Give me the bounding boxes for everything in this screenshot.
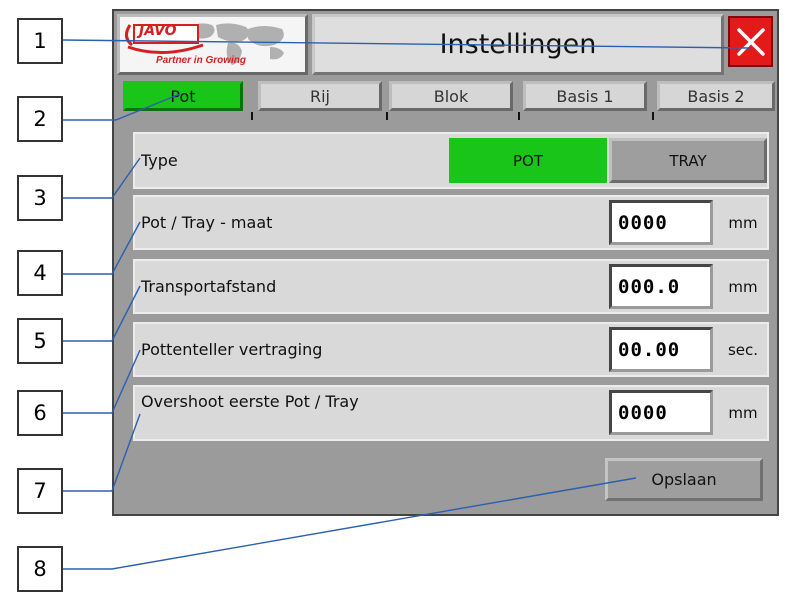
overshoot-input[interactable]: 0000 <box>609 390 713 435</box>
pot-size-label: Pot / Tray - maat <box>141 213 273 232</box>
pot-size-unit: mm <box>728 213 758 232</box>
type-pot-button[interactable]: POT <box>449 138 607 183</box>
tab-divider <box>386 112 388 120</box>
transport-label: Transportafstand <box>141 277 277 296</box>
overshoot-unit: mm <box>728 404 758 422</box>
callout-8: 8 <box>17 546 63 592</box>
tab-bar: Pot Rij Blok Basis 1 Basis 2 <box>117 78 776 120</box>
tab-pot[interactable]: Pot <box>123 81 243 111</box>
transport-unit: mm <box>728 277 758 296</box>
type-tray-button[interactable]: TRAY <box>609 138 767 183</box>
pot-size-row: Pot / Tray - maat 0000 mm <box>133 195 769 250</box>
tab-divider <box>652 112 654 120</box>
tab-rij[interactable]: Rij <box>258 81 382 111</box>
tab-basis-1[interactable]: Basis 1 <box>523 81 647 111</box>
callout-4: 4 <box>17 250 63 296</box>
callout-3: 3 <box>17 175 63 221</box>
logo-brand: JAVO <box>139 23 177 39</box>
window-title: Instellingen <box>312 14 724 75</box>
callout-1: 1 <box>17 18 63 64</box>
type-label: Type <box>141 151 178 170</box>
counter-delay-input[interactable]: 00.00 <box>609 327 713 372</box>
type-row: Type POT TRAY <box>133 132 769 189</box>
javo-logo: JAVO Partner in Growing <box>117 14 308 75</box>
close-button[interactable] <box>728 16 773 67</box>
tab-basis-2[interactable]: Basis 2 <box>657 81 775 111</box>
close-x-icon <box>736 27 765 56</box>
callout-7: 7 <box>17 468 63 514</box>
settings-panel: JAVO Partner in Growing Instellingen Pot… <box>112 9 779 516</box>
logo-tagline: Partner in Growing <box>156 55 247 66</box>
overshoot-row: Overshoot eerste Pot / Tray 0000 mm <box>133 385 769 441</box>
transport-input[interactable]: 000.0 <box>609 264 713 309</box>
pot-size-input[interactable]: 0000 <box>609 200 713 245</box>
tab-blok[interactable]: Blok <box>389 81 513 111</box>
callout-2: 2 <box>17 96 63 142</box>
tab-divider <box>251 112 253 120</box>
callout-5: 5 <box>17 318 63 364</box>
callout-6: 6 <box>17 390 63 436</box>
tab-divider <box>518 112 520 120</box>
transport-row: Transportafstand 000.0 mm <box>133 259 769 314</box>
overshoot-label: Overshoot eerste Pot / Tray <box>141 391 359 411</box>
counter-delay-unit: sec. <box>727 340 759 359</box>
save-button[interactable]: Opslaan <box>605 458 763 501</box>
